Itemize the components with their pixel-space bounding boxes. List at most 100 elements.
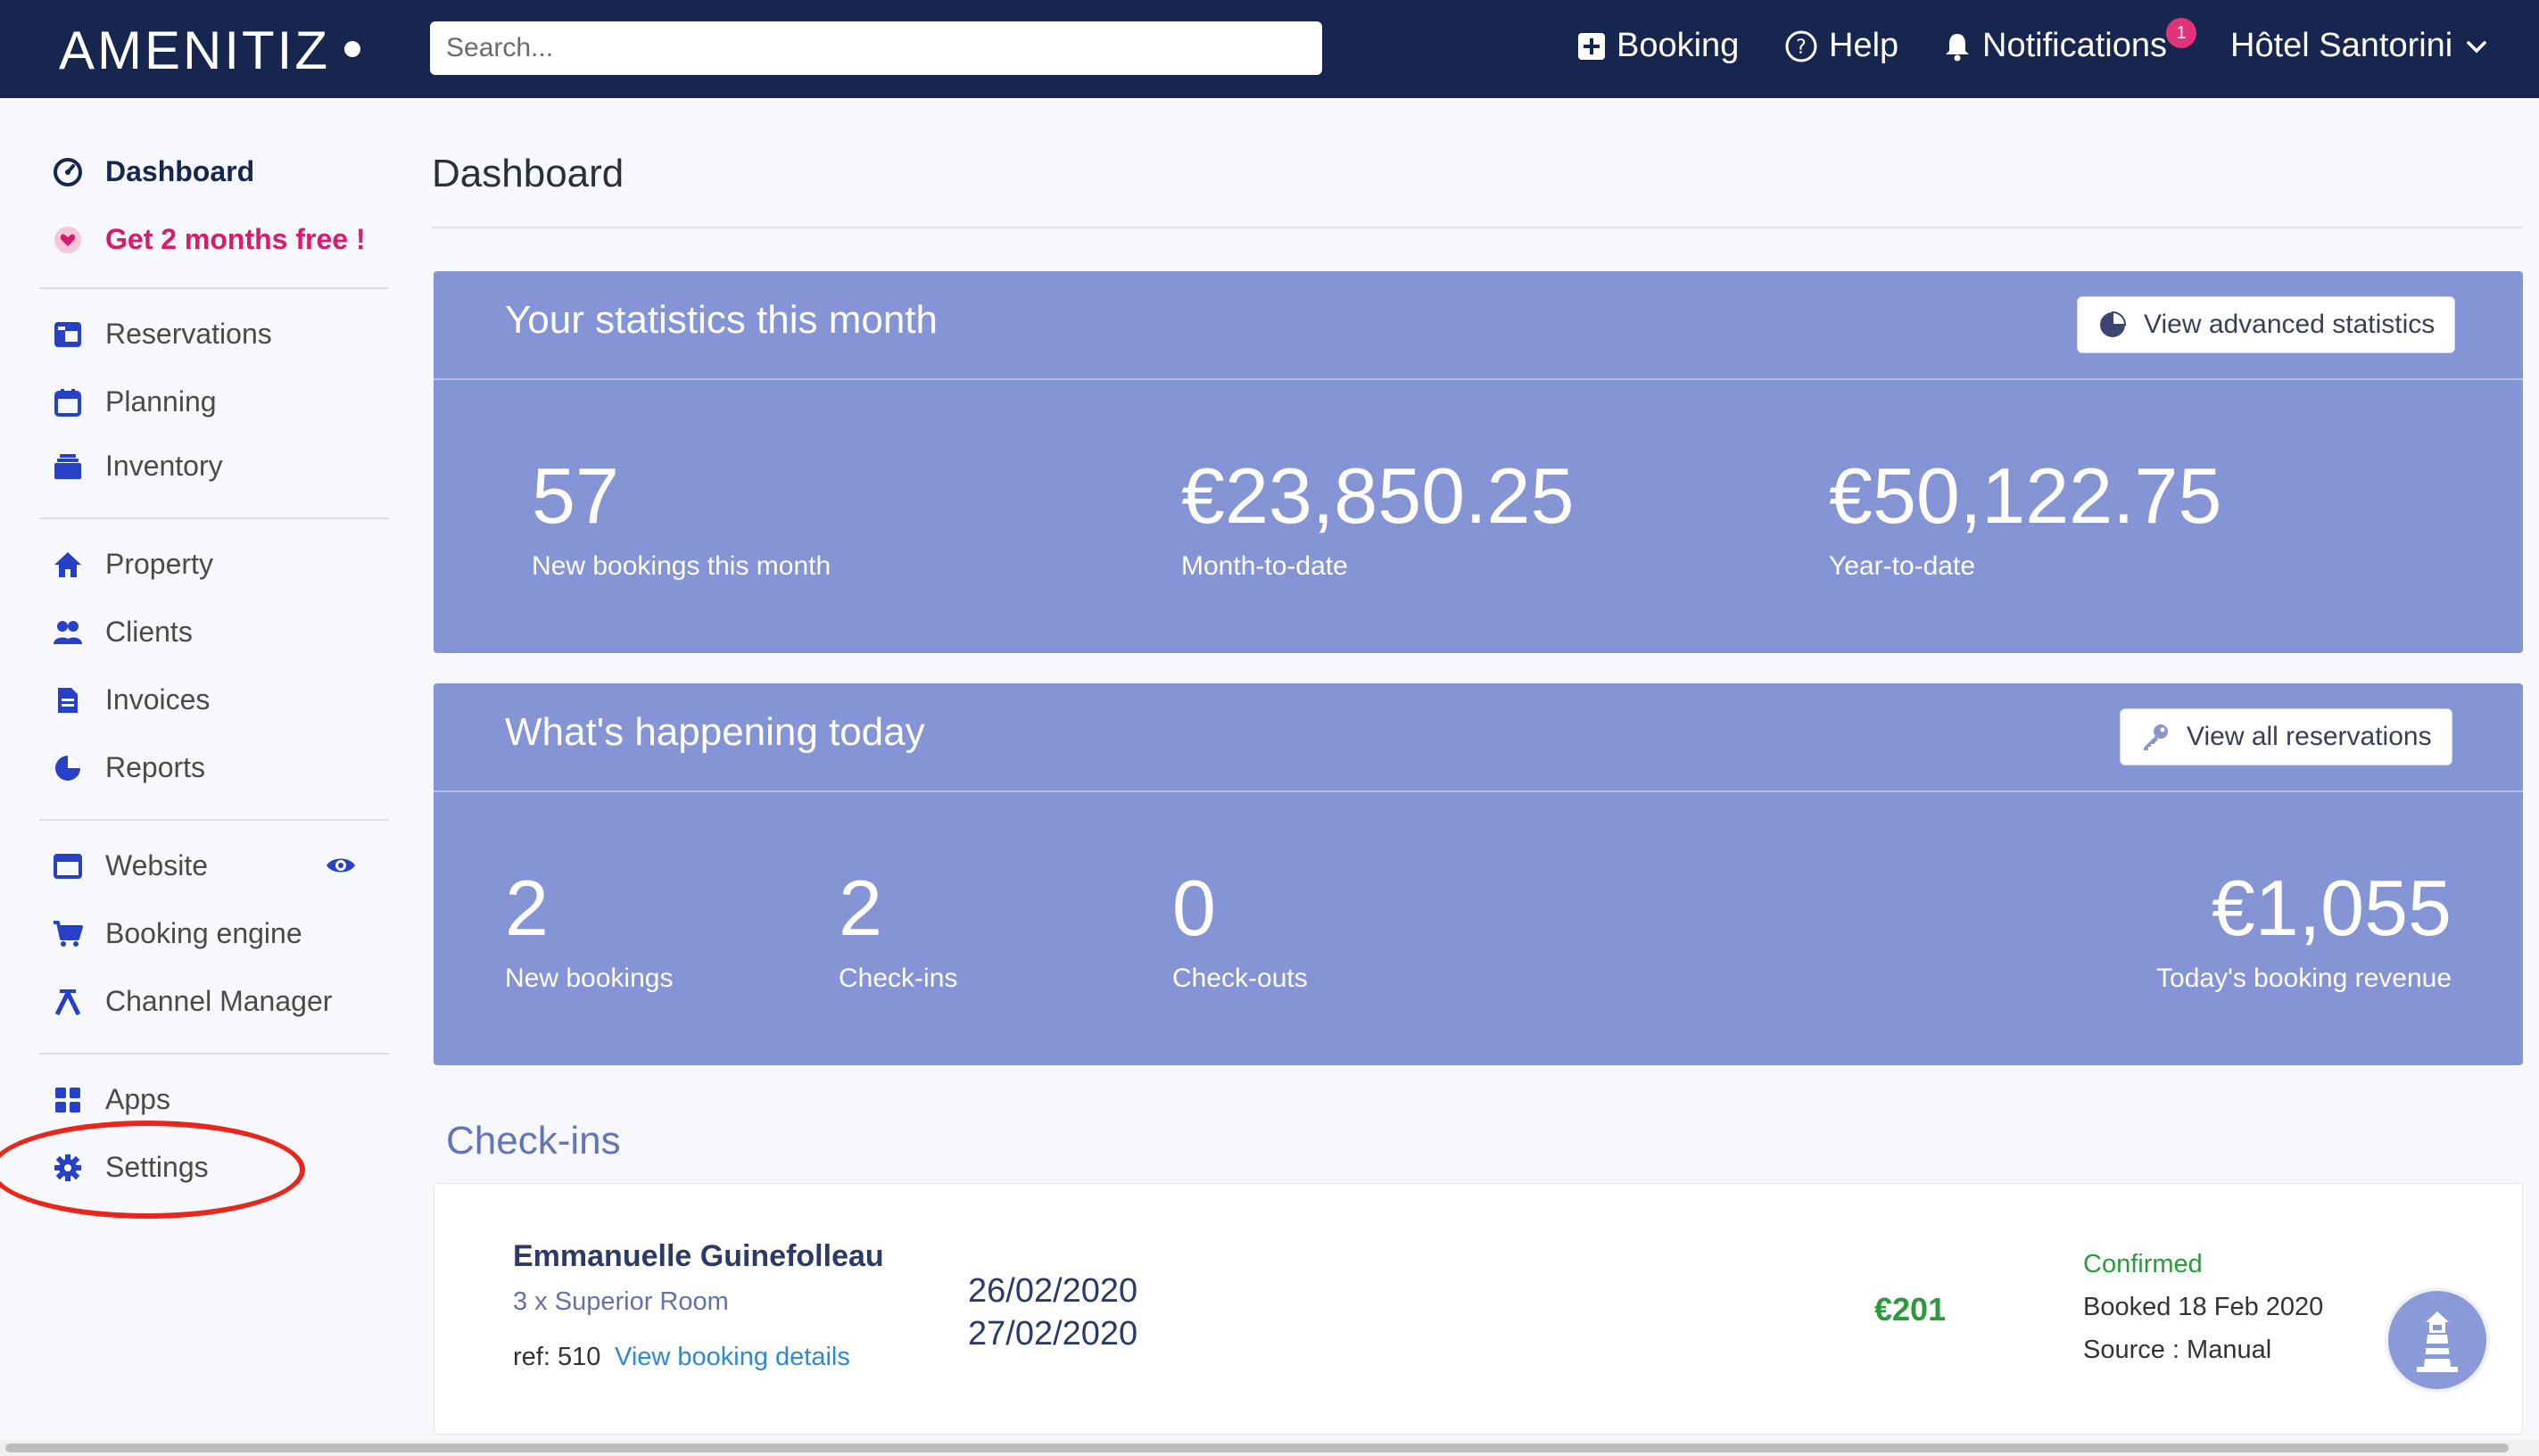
stat-value: €1,055: [2211, 864, 2452, 952]
new-booking-button[interactable]: Booking: [1577, 27, 1739, 65]
notifications-button[interactable]: Notifications: [1943, 27, 2167, 65]
inventory-icon: [52, 451, 84, 483]
booking-reference: ref: 510: [513, 1343, 601, 1371]
stat-year-to-date: €50,122.75 Year-to-date: [1829, 457, 2221, 582]
stat-today-revenue: €1,055 Today's booking revenue: [2156, 869, 2452, 994]
sidebar-item-property[interactable]: Property: [52, 548, 213, 581]
heart-icon: [52, 224, 84, 256]
booking-status: Confirmed: [2083, 1250, 2203, 1278]
sidebar-item-label: Inventory: [105, 450, 223, 482]
channel-icon: [52, 986, 84, 1018]
page-title: Dashboard: [432, 152, 624, 195]
sidebar-item-channel-manager[interactable]: Channel Manager: [52, 985, 332, 1018]
browser-window-icon: [52, 850, 84, 882]
title-divider: [432, 227, 2523, 228]
stat-value: 2: [839, 864, 882, 952]
card-header: What's happening today View all reservat…: [434, 683, 2523, 792]
stat-checkouts-today: 0 Check-outs: [1172, 869, 1308, 994]
pie-chart-icon: [52, 752, 84, 784]
notifications-label: Notifications: [1982, 27, 2167, 64]
stat-value: 0: [1172, 864, 1216, 952]
help-circle-icon: ?: [1785, 30, 1817, 62]
sidebar-item-label: Reservations: [105, 318, 272, 350]
stat-checkins-today: 2 Check-ins: [839, 869, 957, 994]
view-all-reservations-button[interactable]: View all reservations: [2120, 708, 2452, 765]
booked-date: Booked 18 Feb 2020: [2083, 1293, 2324, 1321]
svg-text:?: ?: [1796, 37, 1807, 59]
sidebar-divider: [39, 287, 389, 289]
sidebar-item-label: Booking engine: [105, 917, 302, 949]
sidebar-item-label: Clients: [105, 616, 193, 648]
arrival-date: 26/02/2020: [968, 1272, 1138, 1310]
sidebar-item-apps[interactable]: Apps: [52, 1083, 170, 1116]
bell-icon: [1946, 33, 1969, 61]
sidebar-item-label: Apps: [105, 1083, 170, 1115]
brand-logo[interactable]: AMENITIZ: [59, 20, 330, 81]
users-icon: [52, 616, 84, 649]
sidebar-item-reservations[interactable]: Reservations: [52, 318, 272, 351]
search-input[interactable]: [430, 21, 1322, 75]
stat-label: New bookings this month: [532, 551, 831, 581]
stat-value: €23,850.25: [1181, 451, 1575, 540]
help-button[interactable]: ? Help: [1784, 27, 1898, 65]
booking-amount: €201: [1874, 1291, 1947, 1328]
sidebar-item-dashboard[interactable]: Dashboard: [52, 155, 254, 188]
stat-value: 57: [532, 451, 619, 540]
sidebar-divider: [39, 819, 389, 821]
stay-dates: 26/02/2020 27/02/2020: [968, 1270, 1137, 1355]
sidebar-item-website[interactable]: Website: [52, 849, 208, 882]
sidebar-item-invoices[interactable]: Invoices: [52, 683, 210, 716]
stat-label: New bookings: [505, 964, 674, 993]
departure-date: 27/02/2020: [968, 1315, 1138, 1353]
sidebar-item-inventory[interactable]: Inventory: [52, 450, 223, 483]
card-header: Your statistics this month View advanced…: [434, 271, 2523, 380]
key-icon: [2144, 724, 2168, 750]
shopping-cart-icon: [52, 918, 84, 950]
stat-new-bookings-month: 57 New bookings this month: [532, 457, 831, 582]
horizontal-scrollbar-thumb[interactable]: [5, 1444, 2509, 1452]
stat-label: Check-outs: [1172, 964, 1308, 993]
stat-label: Today's booking revenue: [2156, 964, 2452, 993]
sidebar-item-clients[interactable]: Clients: [52, 616, 193, 649]
stat-value: €50,122.75: [1829, 451, 2222, 540]
calendar-icon: [52, 386, 84, 418]
lighthouse-icon: [2417, 1311, 2458, 1372]
reservations-icon: [52, 318, 84, 351]
pie-chart-icon: [2100, 310, 2127, 337]
sidebar-item-label: Reports: [105, 751, 206, 783]
apps-grid-icon: [52, 1084, 84, 1116]
plus-square-icon: [1578, 32, 1605, 60]
stat-value: 2: [505, 864, 549, 952]
sidebar-item-promo[interactable]: Get 2 months free !: [52, 223, 366, 256]
stat-label: Month-to-date: [1181, 551, 1348, 581]
view-advanced-statistics-button[interactable]: View advanced statistics: [2077, 296, 2456, 353]
stat-label: Check-ins: [839, 964, 958, 993]
room-description: 3 x Superior Room: [513, 1287, 729, 1316]
sidebar-item-label: Planning: [105, 385, 217, 418]
notification-count-badge: 1: [2166, 18, 2196, 48]
hotel-name: Hôtel Santorini: [2230, 27, 2453, 64]
chevron-down-icon: [2467, 40, 2486, 53]
sidebar-item-label: Get 2 months free !: [105, 223, 366, 255]
sidebar-item-label: Invoices: [105, 683, 211, 716]
sidebar-item-planning[interactable]: Planning: [52, 385, 217, 418]
sidebar-item-label: Dashboard: [105, 155, 255, 187]
home-icon: [52, 549, 84, 581]
sidebar-item-label: Channel Manager: [105, 985, 333, 1017]
brand-dot-icon: [344, 41, 360, 57]
eye-icon[interactable]: [325, 855, 357, 881]
view-booking-details-link[interactable]: View booking details: [615, 1343, 850, 1372]
checkins-section-title: Check-ins: [446, 1119, 621, 1162]
sidebar-divider: [39, 1053, 389, 1055]
sidebar-item-reports[interactable]: Reports: [52, 751, 205, 784]
hotel-switcher-dropdown[interactable]: Hôtel Santorini: [2230, 27, 2488, 65]
gauge-icon: [52, 156, 84, 188]
card-title: Your statistics this month: [505, 298, 939, 342]
help-label: Help: [1829, 27, 1899, 64]
checkin-reservation-row: Emmanuelle Guinefolleau 3 x Superior Roo…: [434, 1183, 2523, 1435]
sidebar-item-booking-engine[interactable]: Booking engine: [52, 917, 302, 950]
sidebar-item-label: Property: [105, 548, 213, 580]
sidebar-item-label: Website: [105, 849, 209, 881]
today-summary-card: What's happening today View all reservat…: [434, 683, 2523, 1065]
sidebar-divider: [39, 517, 389, 519]
